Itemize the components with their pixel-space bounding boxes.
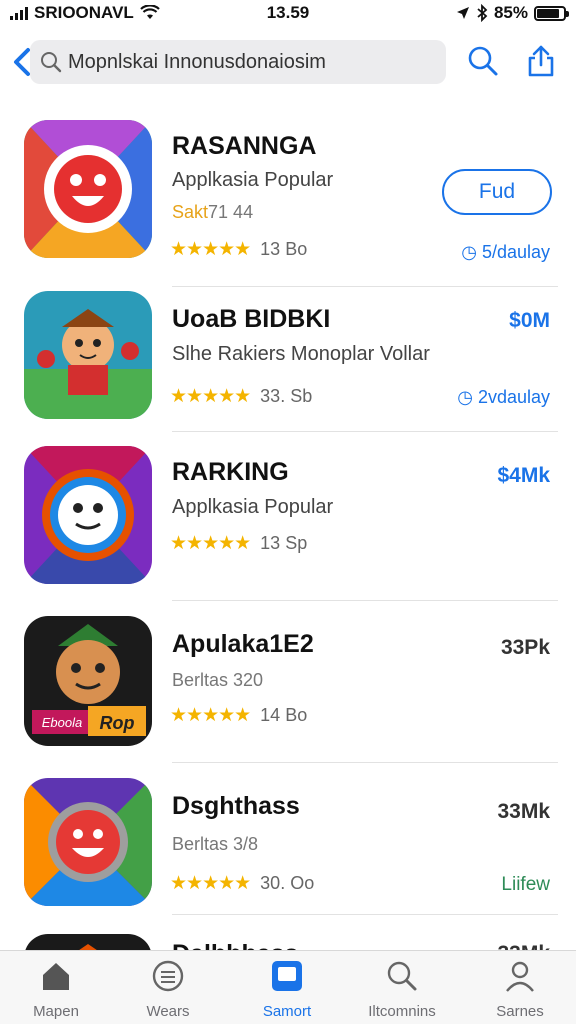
app-subtitle: Slhe Rakiers Monoplar Vollar xyxy=(172,343,430,365)
app-extra-accent: Sakt xyxy=(172,202,209,222)
app-icon-spinning-face[interactable] xyxy=(24,446,152,584)
search-header xyxy=(0,36,576,88)
app-meta-text: 2vdaulay xyxy=(477,387,550,407)
battery-percent: 85% xyxy=(493,3,528,22)
share-icon[interactable] xyxy=(524,44,558,78)
app-name[interactable]: Apulaka1E2 xyxy=(172,630,314,659)
clock-icon: ◷ xyxy=(461,242,482,262)
app-name[interactable]: RASANNGA xyxy=(172,132,316,161)
icon-label-left: Eboola xyxy=(42,715,82,730)
bluetooth-icon xyxy=(477,4,488,22)
divider xyxy=(172,914,558,915)
tab-sarnes[interactable]: Sarnes xyxy=(470,959,570,1021)
rating-count: 14 Bo xyxy=(260,705,308,725)
app-meta-text: 5/daulay xyxy=(481,242,550,262)
star-rating: ★★★★★ xyxy=(170,239,251,260)
app-extra: Sakt71 44 xyxy=(172,202,253,223)
square-icon xyxy=(272,961,302,991)
search-input[interactable] xyxy=(68,50,428,74)
app-icon-monkey-rop[interactable]: Eboola Rop xyxy=(24,616,152,746)
rating-count: 13 Sp xyxy=(260,533,308,553)
tab-samort[interactable]: Samort xyxy=(237,959,337,1021)
app-price[interactable]: 33Pk xyxy=(501,636,550,660)
app-rating: ★★★★★ 13 Sp xyxy=(170,532,307,555)
divider xyxy=(172,762,558,763)
person-icon xyxy=(506,961,534,992)
clock-icon: ◷ xyxy=(457,387,478,407)
tab-bar: Mapen Wears Samort Iltcomnins Sarnes xyxy=(0,950,576,1024)
tab-wears[interactable]: Wears xyxy=(118,959,218,1021)
app-subtitle: Berltas 3/8 xyxy=(172,834,259,854)
get-button[interactable]: Fud xyxy=(442,169,552,215)
list-item[interactable]: RARKING Applkasia Popular ★★★★★ 13 Sp $4M… xyxy=(0,446,576,606)
app-subtitle: Berltas 320 xyxy=(172,670,264,690)
rating-count: 33. Sb xyxy=(260,386,313,406)
app-subtitle: Applkasia Popular xyxy=(172,496,334,518)
status-bar: SRIOONAVL 13.59 85% xyxy=(0,0,576,26)
app-rating: ★★★★★ 14 Bo xyxy=(170,704,307,727)
app-store-screen: SRIOONAVL 13.59 85% RASANNGA Applkasia P… xyxy=(0,0,576,1024)
rating-count: 13 Bo xyxy=(260,239,308,259)
star-rating: ★★★★★ xyxy=(170,705,251,726)
location-icon xyxy=(456,7,469,19)
tab-iltcomnins[interactable]: Iltcomnins xyxy=(352,959,452,1021)
tab-label: Samort xyxy=(262,1003,312,1020)
app-icon-monkey-hero[interactable] xyxy=(24,291,152,419)
home-icon xyxy=(43,963,69,990)
tab-label: Wears xyxy=(146,1003,190,1020)
app-name[interactable]: UoaB BIDBKI xyxy=(172,305,330,334)
tab-mapen[interactable]: Mapen xyxy=(6,959,106,1021)
app-rating: ★★★★★ 30. Oo xyxy=(170,872,314,895)
list-item[interactable]: Eboola Rop Apulaka1E2 Berltas 320 ★★★★★ 14… xyxy=(0,616,576,776)
list-item[interactable]: Dsghthass Berltas 3/8 ★★★★★ 30. Oo 33Mk L… xyxy=(0,778,576,928)
divider xyxy=(172,431,558,432)
app-icon-red-smiley[interactable] xyxy=(24,778,152,906)
app-rating: ★★★★★ 33. Sb xyxy=(170,385,312,408)
search-field[interactable] xyxy=(30,40,446,84)
app-meta: ◷ 2vdaulay xyxy=(457,387,550,408)
tab-label: Iltcomnins xyxy=(368,1003,436,1020)
search-icon[interactable] xyxy=(466,44,500,78)
list-item[interactable]: RASANNGA Applkasia Popular Sakt71 44 ★★★… xyxy=(0,120,576,287)
star-rating: ★★★★★ xyxy=(170,873,251,894)
app-price[interactable]: $0M xyxy=(509,309,550,333)
app-price[interactable]: 33Mk xyxy=(497,800,550,824)
battery-icon xyxy=(534,5,569,21)
rating-count: 30. Oo xyxy=(260,873,315,893)
star-rating: ★★★★★ xyxy=(170,386,251,407)
app-name[interactable]: Dsghthass xyxy=(172,792,300,821)
app-rating: ★★★★★ 13 Bo xyxy=(170,238,307,261)
app-icon-rainbow-face[interactable] xyxy=(24,120,152,258)
compass-icon xyxy=(152,960,184,992)
app-name[interactable]: RARKING xyxy=(172,458,289,487)
divider xyxy=(172,600,558,601)
divider xyxy=(172,286,558,287)
app-subtitle: Applkasia Popular xyxy=(172,169,334,191)
app-meta: ◷ 5/daulay xyxy=(461,242,550,263)
status-right: 85% xyxy=(456,3,569,23)
tab-label: Mapen xyxy=(33,1003,79,1020)
star-rating: ★★★★★ xyxy=(170,533,251,554)
search-icon xyxy=(387,961,417,991)
list-item[interactable]: UoaB BIDBKI Slhe Rakiers Monoplar Vollar… xyxy=(0,291,576,441)
tab-label: Sarnes xyxy=(496,1003,544,1020)
app-extra-rest: 71 44 xyxy=(208,202,254,222)
app-price[interactable]: $4Mk xyxy=(497,464,550,488)
app-meta: Liifew xyxy=(501,874,550,895)
icon-label-right: Rop xyxy=(100,713,135,733)
search-glass-icon xyxy=(41,52,62,73)
